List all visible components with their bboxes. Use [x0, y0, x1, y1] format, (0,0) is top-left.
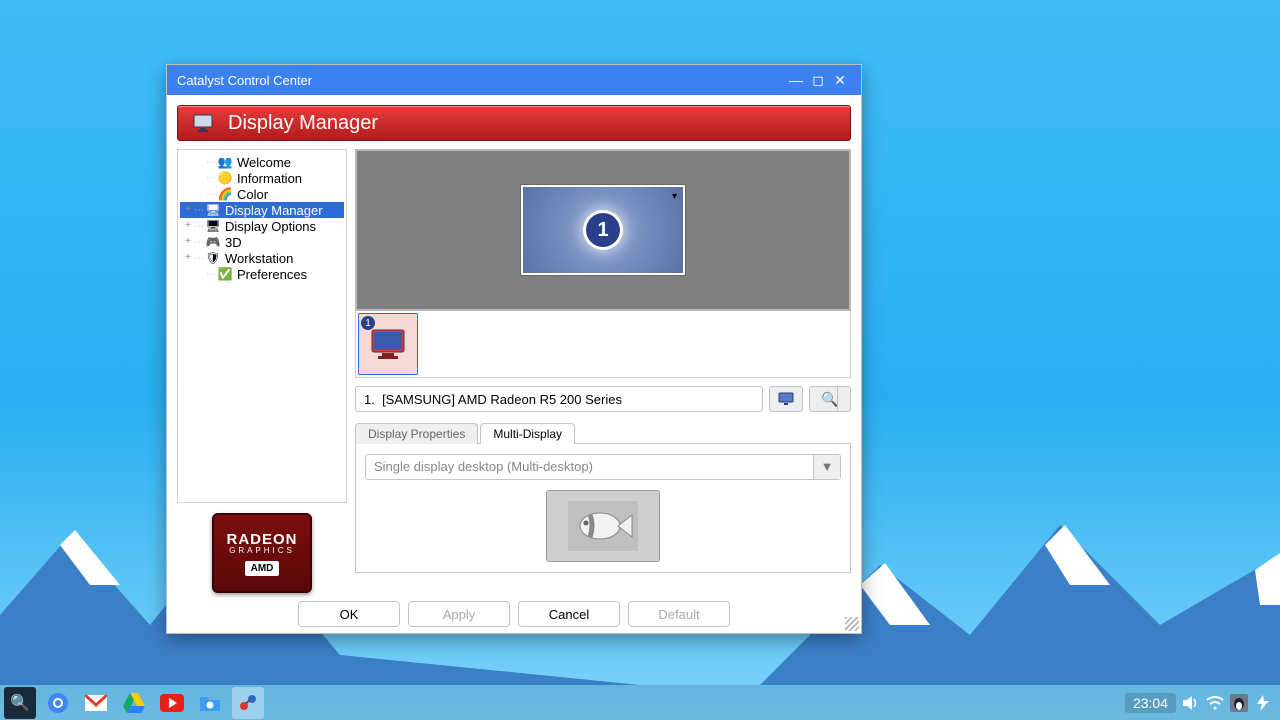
tray-penguin-icon[interactable] — [1230, 694, 1248, 712]
nav-item-preferences[interactable]: ⋯✅Preferences — [180, 266, 344, 282]
taskbar-catalyst[interactable] — [232, 687, 264, 719]
display-thumb-1[interactable]: 1 — [358, 313, 418, 375]
content-pane: 1 ▾ 1 — [355, 149, 851, 593]
taskbar-files[interactable] — [194, 687, 226, 719]
tab-panel-multi-display: Single display desktop (Multi-desktop) ▼ — [355, 443, 851, 573]
nav-item-workstation[interactable]: +⋯🛡Workstation — [180, 250, 344, 266]
catalyst-icon — [237, 692, 259, 714]
tab-strip: Display Properties Multi-Display — [355, 422, 851, 443]
folder-icon — [199, 694, 221, 712]
maximize-button[interactable]: ◻ — [807, 72, 829, 89]
nav-item-information[interactable]: ⋯🟡Information — [180, 170, 344, 186]
nav-item-icon: 🌈 — [217, 187, 233, 201]
nav-item-label: 3D — [225, 235, 242, 250]
display-arrangement-area[interactable]: 1 ▾ — [355, 149, 851, 311]
tab-multi-display[interactable]: Multi-Display — [480, 423, 575, 444]
magnifier-icon: 🔍 — [821, 391, 838, 408]
detect-displays-button[interactable]: 🔍 — [809, 386, 851, 412]
close-button[interactable]: ✕ — [829, 72, 851, 89]
nav-item-label: Color — [237, 187, 268, 202]
multi-display-preview — [546, 490, 660, 563]
dialog-buttons: OK Apply Cancel Default — [177, 601, 851, 627]
resize-grip[interactable] — [845, 617, 859, 631]
nav-item-label: Information — [237, 171, 302, 186]
nav-item-icon: 🎮 — [205, 235, 221, 249]
monitor-icon — [778, 392, 794, 406]
taskbar-youtube[interactable] — [156, 687, 188, 719]
combo-value: Single display desktop (Multi-desktop) — [366, 459, 813, 474]
monitor-menu-arrow-icon[interactable]: ▾ — [672, 191, 677, 202]
taskbar-gmail[interactable] — [80, 687, 112, 719]
gmail-icon — [85, 695, 107, 711]
selected-display-field[interactable] — [355, 386, 763, 412]
display-manager-icon — [192, 112, 214, 134]
nav-item-3d[interactable]: +⋯🎮3D — [180, 234, 344, 250]
thumb-badge: 1 — [361, 316, 375, 330]
system-tray: 23:04 — [1125, 693, 1272, 713]
monitor-thumb-icon — [368, 326, 408, 362]
tab-display-properties[interactable]: Display Properties — [355, 423, 478, 444]
default-button[interactable]: Default — [628, 601, 730, 627]
catalyst-window: Catalyst Control Center — ◻ ✕ Display Ma… — [166, 64, 862, 634]
search-icon: 🔍 — [10, 693, 30, 713]
display-thumbnails: 1 — [355, 311, 851, 378]
nav-item-display-options[interactable]: +⋯🖥Display Options — [180, 218, 344, 234]
section-title: Display Manager — [228, 112, 378, 135]
window-title: Catalyst Control Center — [177, 73, 785, 88]
nav-item-icon: 👥 — [217, 155, 233, 169]
nav-item-label: Display Manager — [225, 203, 323, 218]
nav-item-display-manager[interactable]: +⋯🖥Display Manager — [180, 202, 344, 218]
nav-item-icon: 🟡 — [217, 171, 233, 185]
nav-item-icon: 🖥 — [205, 203, 221, 217]
apply-button[interactable]: Apply — [408, 601, 510, 627]
nav-item-welcome[interactable]: ⋯👥Welcome — [180, 154, 344, 170]
monitor-number: 1 — [586, 213, 620, 247]
minimize-button[interactable]: — — [785, 72, 807, 88]
nav-item-icon: 🖥 — [205, 219, 221, 233]
drive-icon — [123, 693, 145, 713]
taskbar-drive[interactable] — [118, 687, 150, 719]
titlebar[interactable]: Catalyst Control Center — ◻ ✕ — [167, 65, 861, 95]
nav-item-color[interactable]: ⋯🌈Color — [180, 186, 344, 202]
volume-icon[interactable] — [1182, 694, 1200, 712]
nav-tree: ⋯👥Welcome⋯🟡Information⋯🌈Color+⋯🖥Display … — [177, 149, 347, 503]
cancel-button[interactable]: Cancel — [518, 601, 620, 627]
youtube-icon — [160, 694, 184, 712]
section-banner: Display Manager — [177, 105, 851, 141]
taskbar-chrome[interactable] — [42, 687, 74, 719]
multi-display-mode-select[interactable]: Single display desktop (Multi-desktop) ▼ — [365, 454, 841, 480]
identify-display-button[interactable] — [769, 386, 803, 412]
nav-item-label: Preferences — [237, 267, 307, 282]
left-column: ⋯👥Welcome⋯🟡Information⋯🌈Color+⋯🖥Display … — [177, 149, 347, 593]
fish-preview-icon — [568, 501, 638, 551]
tray-action-icon[interactable] — [1254, 694, 1272, 712]
chrome-icon — [47, 692, 69, 714]
nav-item-icon: ✅ — [217, 267, 233, 281]
chevron-down-icon[interactable]: ▼ — [813, 455, 840, 479]
nav-item-label: Display Options — [225, 219, 316, 234]
ok-button[interactable]: OK — [298, 601, 400, 627]
nav-item-label: Welcome — [237, 155, 291, 170]
taskbar-clock[interactable]: 23:04 — [1125, 693, 1176, 713]
wifi-icon[interactable] — [1206, 694, 1224, 712]
nav-item-icon: 🛡 — [205, 251, 221, 265]
taskbar-search-button[interactable]: 🔍 — [4, 687, 36, 719]
amd-radeon-logo: RADEON GRAPHICS AMD — [212, 513, 312, 593]
taskbar: 🔍 23:04 — [0, 685, 1280, 720]
monitor-1[interactable]: 1 ▾ — [521, 185, 685, 275]
window-body: Display Manager ⋯👥Welcome⋯🟡Information⋯🌈… — [167, 95, 861, 633]
desktop: Catalyst Control Center — ◻ ✕ Display Ma… — [0, 0, 1280, 720]
nav-item-label: Workstation — [225, 251, 293, 266]
